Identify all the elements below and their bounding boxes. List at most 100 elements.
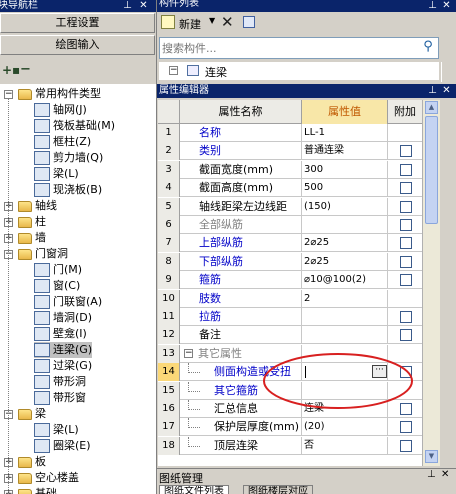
- property-row[interactable]: 7 上部纵筋 2⌀25: [158, 234, 422, 253]
- component-list-scrollbar[interactable]: [441, 62, 455, 82]
- property-row[interactable]: 9 箍筋 ⌀10@100(2): [158, 271, 422, 290]
- pin-icon[interactable]: ⊥: [427, 0, 438, 12]
- property-row[interactable]: 17 保护层厚度(mm) (20): [158, 418, 422, 437]
- tree-item[interactable]: 梁(L): [34, 166, 79, 182]
- tree-item[interactable]: 带形窗: [34, 390, 86, 406]
- tree-item[interactable]: 过梁(G): [34, 358, 92, 374]
- tree-item[interactable]: 壁龛(I): [34, 326, 87, 342]
- close-icon[interactable]: ✕: [441, 469, 449, 480]
- collapse-icon[interactable]: −: [184, 348, 193, 358]
- tree-item[interactable]: 墙: [18, 230, 46, 246]
- expand-all-icon[interactable]: +▪: [2, 63, 20, 77]
- tree-item[interactable]: 轴网(J): [34, 102, 87, 118]
- attach-checkbox[interactable]: [400, 329, 412, 342]
- tree-item[interactable]: 梁: [18, 406, 46, 422]
- property-value[interactable]: 300: [302, 160, 388, 179]
- new-button[interactable]: 新建: [179, 16, 201, 32]
- collapse-icon[interactable]: −: [169, 66, 178, 75]
- tree-item[interactable]: 窗(C): [34, 278, 80, 294]
- property-row[interactable]: 8 下部纵筋 2⌀25: [158, 252, 422, 271]
- header-property-value[interactable]: 属性值: [302, 100, 388, 124]
- property-row[interactable]: 6 全部纵筋: [158, 216, 422, 234]
- new-dropdown-icon[interactable]: ▼: [209, 16, 215, 25]
- close-icon[interactable]: ✕: [138, 0, 149, 12]
- property-row[interactable]: 10 肢数 2: [158, 289, 422, 308]
- property-value[interactable]: 500: [302, 179, 388, 198]
- delete-icon[interactable]: ✕: [221, 13, 234, 31]
- property-row[interactable]: 13 其它属性 −: [158, 344, 422, 363]
- scroll-up-icon[interactable]: ▲: [425, 101, 438, 114]
- property-grid-scrollbar[interactable]: ▲ ▼: [422, 100, 440, 466]
- tree-item[interactable]: 板: [18, 454, 46, 470]
- tree-item[interactable]: 连梁(G): [34, 342, 93, 358]
- property-value[interactable]: 2⌀25: [302, 252, 388, 271]
- attach-checkbox[interactable]: [400, 421, 412, 434]
- copy-icon[interactable]: [243, 16, 255, 28]
- more-options-button[interactable]: ···: [372, 365, 387, 379]
- tree-item[interactable]: 门窗洞: [18, 246, 68, 262]
- tree-item[interactable]: 空心楼盖: [18, 470, 79, 486]
- attach-checkbox[interactable]: [400, 311, 412, 323]
- attach-checkbox[interactable]: [400, 255, 412, 268]
- collapse-all-icon[interactable]: −: [20, 62, 31, 77]
- property-value[interactable]: 2: [302, 289, 388, 308]
- property-value[interactable]: [302, 344, 388, 363]
- project-settings-button[interactable]: 工程设置: [0, 13, 155, 33]
- tree-item[interactable]: 基础: [18, 486, 57, 494]
- tree-item[interactable]: 常用构件类型: [18, 86, 101, 102]
- close-icon[interactable]: ✕: [441, 0, 452, 12]
- property-row[interactable]: 16 汇总信息 连梁: [158, 400, 422, 418]
- property-row[interactable]: 12 备注: [158, 326, 422, 345]
- tab-drawing-floors[interactable]: 图纸楼层对应: [243, 485, 313, 494]
- header-property-name[interactable]: 属性名称: [180, 100, 302, 124]
- attach-checkbox[interactable]: [400, 439, 412, 452]
- attach-checkbox[interactable]: [400, 163, 412, 176]
- header-attach[interactable]: 附加: [388, 100, 422, 124]
- property-value[interactable]: 普通连梁: [302, 142, 388, 161]
- tree-item[interactable]: 筏板基础(M): [34, 118, 115, 134]
- attach-checkbox[interactable]: [400, 237, 412, 250]
- attach-checkbox[interactable]: [400, 219, 412, 231]
- close-icon[interactable]: ✕: [441, 85, 452, 97]
- tree-item[interactable]: 剪力墙(Q): [34, 150, 103, 166]
- property-row[interactable]: 1 名称 LL-1: [158, 124, 422, 142]
- property-value[interactable]: LL-1: [302, 124, 388, 142]
- tab-drawing-files[interactable]: 图纸文件列表: [159, 485, 229, 494]
- tree-item[interactable]: 框柱(Z): [34, 134, 91, 150]
- tree-item[interactable]: 墙洞(D): [34, 310, 92, 326]
- property-value[interactable]: 2⌀25: [302, 234, 388, 253]
- property-value[interactable]: ⌀10@100(2): [302, 271, 388, 290]
- pin-icon[interactable]: ⊥: [122, 0, 133, 12]
- property-row[interactable]: 18 顶层连梁否: [158, 436, 422, 455]
- property-row[interactable]: 5 轴线距梁左边线距 (150): [158, 197, 422, 216]
- property-value[interactable]: 连梁: [302, 400, 388, 418]
- tree-item[interactable]: 梁(L): [34, 422, 79, 438]
- scroll-thumb[interactable]: [425, 116, 438, 224]
- attach-checkbox[interactable]: [400, 274, 412, 287]
- property-value[interactable]: [302, 308, 388, 326]
- attach-checkbox[interactable]: [400, 200, 412, 213]
- property-row[interactable]: 11 拉筋: [158, 308, 422, 326]
- component-list-item[interactable]: − 连梁: [159, 62, 439, 80]
- property-value[interactable]: [302, 216, 388, 234]
- search-icon[interactable]: ⚲: [418, 39, 438, 57]
- attach-checkbox[interactable]: [400, 145, 412, 158]
- search-input[interactable]: [162, 40, 412, 56]
- property-value[interactable]: [302, 326, 388, 345]
- pin-icon[interactable]: ⊥: [427, 85, 438, 97]
- property-value[interactable]: 否: [302, 436, 388, 455]
- tree-item[interactable]: 带形洞: [34, 374, 86, 390]
- property-row[interactable]: 14 侧面构造或受扭 ···: [158, 363, 422, 382]
- scroll-down-icon[interactable]: ▼: [425, 450, 438, 463]
- attach-checkbox[interactable]: [400, 366, 412, 379]
- property-value[interactable]: [302, 381, 388, 400]
- property-row[interactable]: 3 截面宽度(mm) 300: [158, 160, 422, 179]
- tree-item[interactable]: 门联窗(A): [34, 294, 102, 310]
- tree-item[interactable]: 现浇板(B): [34, 182, 102, 198]
- property-value[interactable]: (150): [302, 197, 388, 216]
- tree-item[interactable]: 门(M): [34, 262, 82, 278]
- property-row[interactable]: 4 截面高度(mm) 500: [158, 179, 422, 198]
- property-row[interactable]: 15 其它箍筋: [158, 381, 422, 400]
- attach-checkbox[interactable]: [400, 182, 412, 195]
- new-icon[interactable]: [161, 15, 175, 29]
